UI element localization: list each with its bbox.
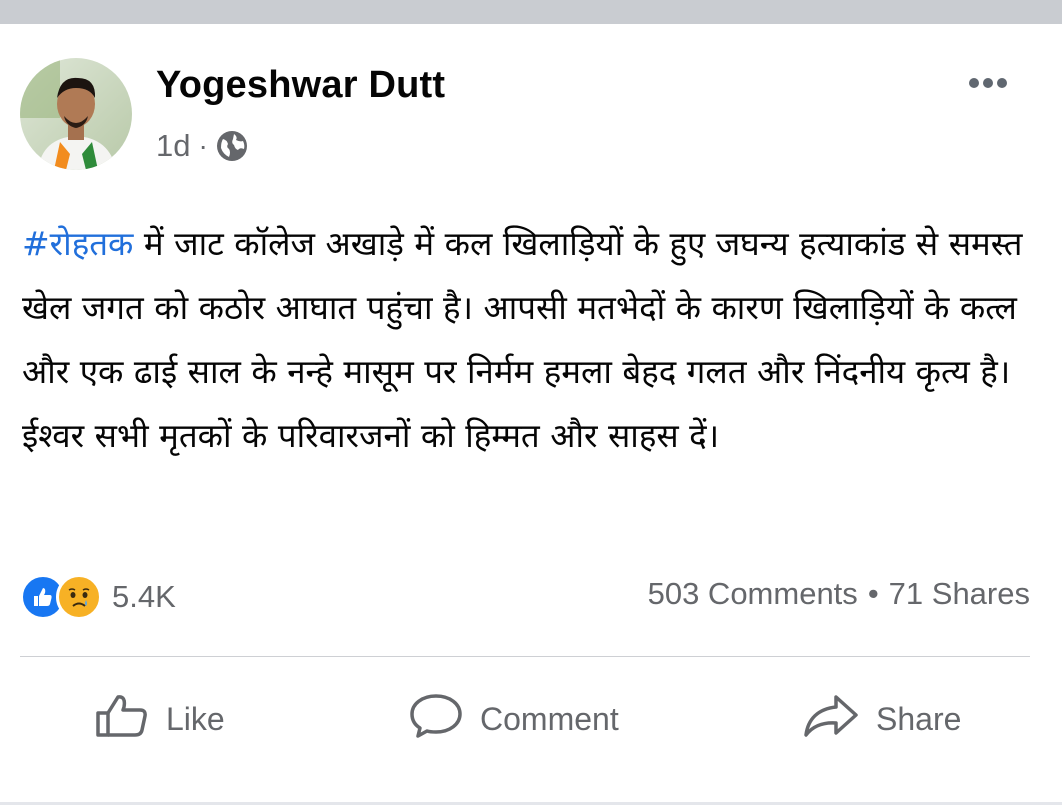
more-dot [983,78,993,88]
share-button[interactable]: Share [802,684,961,754]
stats-separator: • [867,576,879,611]
post-stats: 503 Comments • 71 Shares [648,576,1030,612]
more-options-button[interactable] [958,68,1018,98]
comment-icon [408,691,464,747]
feed-separator [0,0,1062,24]
author-name[interactable]: Yogeshwar Dutt [156,64,445,107]
avatar-image [20,58,132,170]
like-label: Like [166,700,225,737]
globe-icon [216,130,248,162]
post-card: Yogeshwar Dutt 1d · #रोहतक में जाट कॉलेज… [0,24,1062,805]
post-meta: 1d · [156,128,248,164]
thumbs-up-icon [94,691,150,747]
shares-count[interactable]: 71 Shares [889,576,1030,612]
action-bar: Like Comment Share [0,684,1062,754]
sad-reaction-icon [56,574,102,620]
post-body: में जाट कॉलेज अखाड़े में कल खिलाड़ियों क… [22,224,1023,455]
share-arrow-icon [802,691,860,747]
share-label: Share [876,700,962,737]
divider [20,656,1030,657]
comments-count[interactable]: 503 Comments [648,576,858,612]
meta-separator: · [198,130,208,161]
hashtag-link[interactable]: #रोहतक [22,224,133,263]
more-dot [997,78,1007,88]
post-text: #रोहतक में जाट कॉलेज अखाड़े में कल खिलाड… [22,212,1042,468]
post-time[interactable]: 1d [156,128,190,164]
comment-button[interactable]: Comment [408,684,619,754]
like-button[interactable]: Like [94,684,225,754]
more-dots-icon [969,78,979,88]
comment-label: Comment [480,700,619,737]
avatar[interactable] [20,58,132,170]
reactions-summary[interactable]: 5.4K [20,574,176,620]
reaction-count: 5.4K [112,579,176,614]
